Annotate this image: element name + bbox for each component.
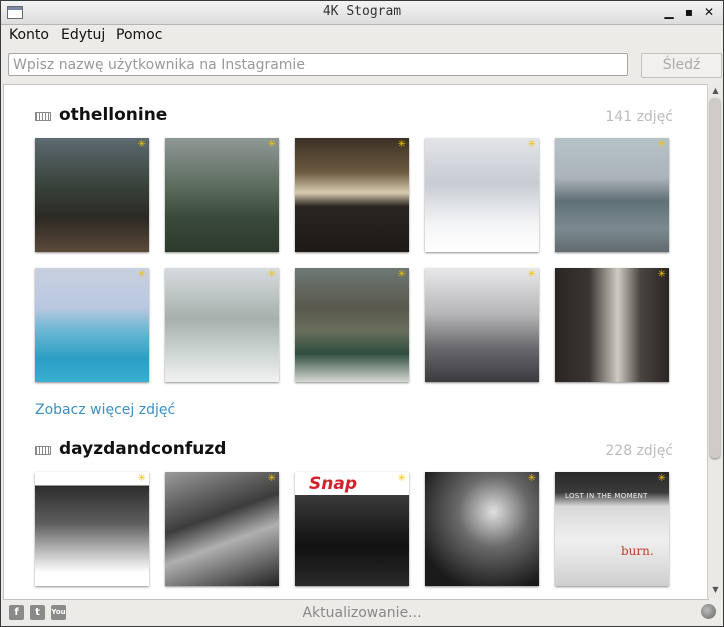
- new-star-icon: ✳: [527, 139, 536, 150]
- new-star-icon: ✳: [657, 473, 666, 484]
- new-star-icon: ✳: [657, 269, 666, 280]
- new-star-icon: ✳: [267, 473, 276, 484]
- user-folder-icon: [35, 112, 51, 121]
- app-window: 4K Stogram ▁ ▪ ✕ Konto Edytuj Pomoc Śled…: [0, 0, 724, 627]
- menu-edytuj[interactable]: Edytuj: [61, 27, 105, 43]
- photo-thumbnail[interactable]: ✳: [35, 138, 149, 252]
- status-text: Aktualizowanie...: [302, 605, 422, 621]
- status-bar: f t You Aktualizowanie...: [1, 601, 723, 626]
- photo-thumbnail[interactable]: ✳: [35, 472, 149, 586]
- cover-title: burn.: [621, 544, 654, 558]
- section-username: othellonine: [59, 105, 168, 125]
- new-star-icon: ✳: [397, 139, 406, 150]
- menu-pomoc[interactable]: Pomoc: [116, 27, 162, 43]
- photo-thumbnail[interactable]: ✳: [425, 268, 539, 382]
- minimize-icon[interactable]: ▁: [661, 4, 677, 20]
- see-more-photos-link[interactable]: Zobacz więcej zdjęć: [35, 402, 175, 418]
- window-title: 4K Stogram: [322, 4, 402, 19]
- vertical-scrollbar[interactable]: ▲ ▼: [707, 84, 723, 598]
- photo-thumbnail[interactable]: ✳: [35, 268, 149, 382]
- close-icon[interactable]: ✕: [701, 4, 717, 20]
- photo-thumbnail[interactable]: ✳: [295, 138, 409, 252]
- snap-logo: Snap: [309, 474, 357, 494]
- maximize-icon[interactable]: ▪: [681, 4, 697, 20]
- scrollbar-thumb[interactable]: [710, 98, 720, 458]
- new-star-icon: ✳: [267, 269, 276, 280]
- new-star-icon: ✳: [137, 473, 146, 484]
- photo-thumbnail[interactable]: ✳: [165, 268, 279, 382]
- globe-icon[interactable]: [701, 604, 716, 619]
- photo-count: 228 zdjęć: [605, 443, 673, 459]
- photo-thumbnail[interactable]: ✳: [165, 472, 279, 586]
- photo-thumbnail[interactable]: ✳: [555, 268, 669, 382]
- new-star-icon: ✳: [527, 269, 536, 280]
- new-star-icon: ✳: [657, 139, 666, 150]
- photo-count: 141 zdjęć: [605, 109, 673, 125]
- cover-text: LOST IN THE MOMENT: [565, 492, 648, 500]
- photo-thumbnail[interactable]: ✳: [165, 138, 279, 252]
- new-star-icon: ✳: [397, 269, 406, 280]
- photo-thumbnail[interactable]: ✳: [425, 138, 539, 252]
- photo-thumbnail[interactable]: ✳: [555, 138, 669, 252]
- scroll-up-icon[interactable]: ▲: [708, 85, 723, 97]
- section-username: dayzdandconfuzd: [59, 439, 227, 459]
- photo-thumbnail[interactable]: Snap ✳: [295, 472, 409, 586]
- photo-thumbnail[interactable]: ✳: [295, 268, 409, 382]
- follow-button[interactable]: Śledź: [641, 53, 722, 78]
- menu-bar: Konto Edytuj Pomoc: [1, 25, 723, 47]
- menu-konto[interactable]: Konto: [9, 27, 49, 43]
- new-star-icon: ✳: [137, 139, 146, 150]
- scroll-down-icon[interactable]: ▼: [708, 584, 723, 596]
- feed-area[interactable]: othellonine 141 zdjęć ✳ ✳ ✳ ✳ ✳ ✳ ✳ ✳ ✳ …: [3, 84, 709, 600]
- user-folder-icon: [35, 446, 51, 455]
- username-search-input[interactable]: [8, 53, 628, 76]
- search-row: Śledź: [1, 50, 723, 80]
- title-bar[interactable]: 4K Stogram ▁ ▪ ✕: [1, 1, 723, 25]
- new-star-icon: ✳: [527, 473, 536, 484]
- new-star-icon: ✳: [137, 269, 146, 280]
- photo-thumbnail[interactable]: ✳: [425, 472, 539, 586]
- new-star-icon: ✳: [397, 473, 406, 484]
- new-star-icon: ✳: [267, 139, 276, 150]
- photo-thumbnail[interactable]: LOST IN THE MOMENT burn. ✳: [555, 472, 669, 586]
